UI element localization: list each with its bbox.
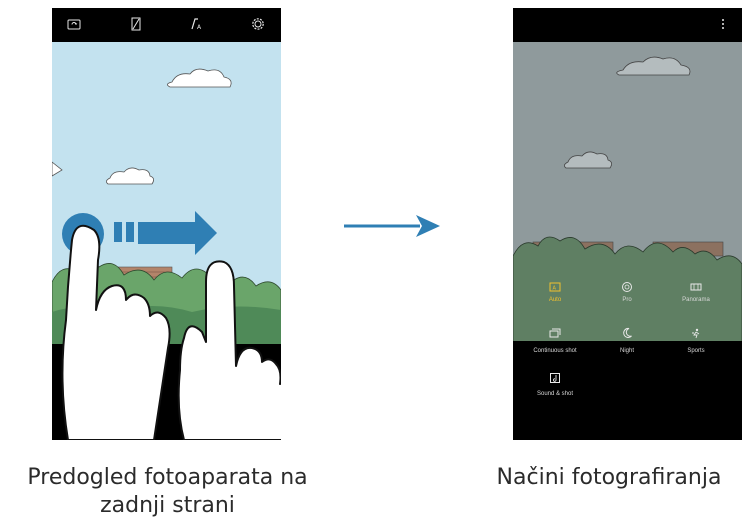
mode-label: Panorama xyxy=(682,297,710,303)
panorama-icon xyxy=(690,280,702,292)
moon-icon xyxy=(621,326,633,338)
right-caption: Načini fotografiranja xyxy=(496,465,722,490)
mode-label: Night xyxy=(619,348,634,354)
mode-label: Sound & shot xyxy=(536,391,574,397)
mode-label: Continuous shot xyxy=(533,348,577,354)
swipe-gesture-illustration xyxy=(61,211,281,440)
more-options-icon[interactable] xyxy=(716,17,730,31)
mode-label: Pro xyxy=(622,297,632,303)
sports-icon xyxy=(690,326,702,339)
auto-icon: A xyxy=(549,280,561,292)
left-caption: Predogled fotoaparata na zadnji strani xyxy=(5,464,330,520)
left-caption-line2: zadnji strani xyxy=(100,493,235,518)
shooting-modes-screen: A Auto Pro Panorama Continuous shot Nigh… xyxy=(513,8,742,440)
svg-text:A: A xyxy=(553,286,557,292)
camera-top-bar xyxy=(513,8,742,42)
mode-label: Sports xyxy=(687,348,705,354)
arrow-right-icon xyxy=(344,215,440,237)
mode-label: Auto xyxy=(548,297,562,303)
sound-shot-icon xyxy=(549,371,561,383)
continuous-shot-icon xyxy=(549,326,561,338)
left-caption-line1: Predogled fotoaparata na xyxy=(27,465,308,490)
rear-camera-preview-screen: A ​ xyxy=(52,8,281,440)
aperture-icon xyxy=(621,280,633,292)
